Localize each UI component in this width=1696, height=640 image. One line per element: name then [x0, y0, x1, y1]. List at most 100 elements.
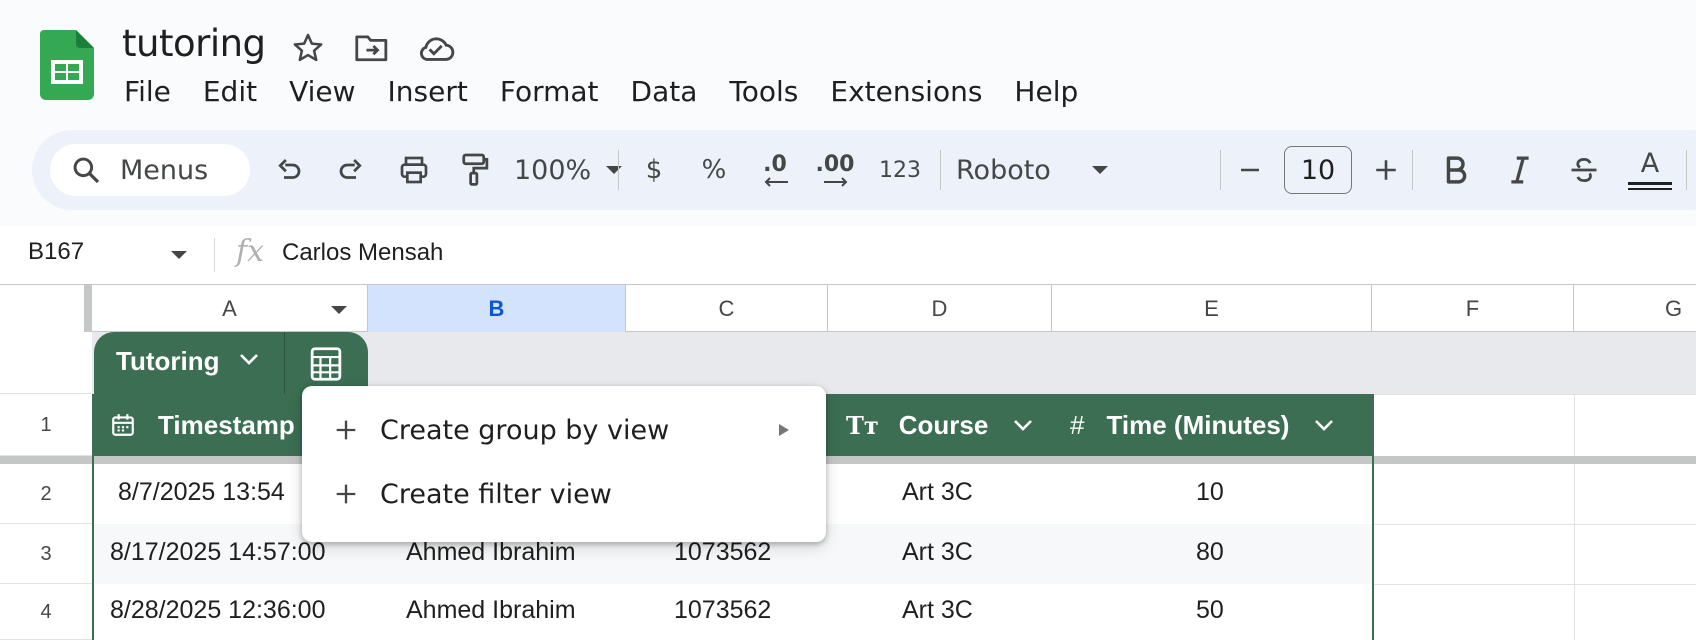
plus-icon	[336, 484, 356, 504]
chevron-down-icon[interactable]	[330, 305, 348, 315]
paint-format-icon	[462, 153, 489, 186]
sheets-logo-icon[interactable]	[40, 30, 94, 100]
strikethrough-icon	[1571, 157, 1597, 183]
print-button[interactable]	[388, 142, 440, 198]
menu-bar: File Edit View Insert Format Data Tools …	[108, 72, 1094, 112]
increase-font-size-button[interactable]	[1364, 142, 1408, 198]
menu-help[interactable]: Help	[998, 72, 1094, 112]
create-group-by-view-item[interactable]: Create group by view	[302, 400, 826, 460]
undo-icon	[278, 159, 301, 179]
currency-format-button[interactable]: $	[632, 142, 676, 198]
plus-icon	[336, 420, 356, 440]
column-header-d[interactable]: D	[828, 285, 1052, 332]
menu-extensions[interactable]: Extensions	[814, 72, 998, 112]
chip-divider	[284, 332, 285, 394]
increase-decimal-label: .00	[815, 151, 855, 177]
document-title[interactable]: tutoring	[122, 22, 266, 65]
create-filter-view-item[interactable]: Create filter view	[302, 464, 826, 524]
chevron-down-icon[interactable]	[238, 352, 260, 366]
fx-icon: fx	[236, 234, 265, 269]
arrow-left-icon	[764, 177, 788, 187]
column-header-row: A B C D E F G	[0, 284, 1696, 332]
more-formats-button[interactable]: 123	[870, 142, 930, 198]
menu-item-label: Create filter view	[380, 478, 612, 510]
more-formats-label: 123	[879, 157, 921, 183]
table-views-icon[interactable]	[308, 346, 344, 382]
title-bar: tutoring File Edit View Insert Format Da…	[0, 0, 1696, 226]
menu-search-label: Menus	[120, 154, 209, 186]
chevron-down-icon[interactable]	[170, 250, 188, 260]
column-header-c[interactable]: C	[626, 285, 828, 332]
text-color-swatch	[1628, 182, 1672, 185]
strikethrough-button[interactable]	[1558, 142, 1610, 198]
menu-data[interactable]: Data	[615, 72, 714, 112]
undo-button[interactable]	[264, 142, 314, 198]
row-header-4[interactable]: 4	[0, 584, 92, 640]
column-header-e[interactable]: E	[1052, 285, 1372, 332]
text-color-button[interactable]: A	[1622, 142, 1678, 198]
row-header-1[interactable]: 1	[0, 394, 92, 456]
toolbar-divider	[940, 150, 941, 190]
decrease-decimal-label: .0	[763, 151, 787, 177]
column-header-g[interactable]: G	[1574, 285, 1696, 332]
select-all-corner[interactable]	[0, 285, 92, 332]
font-size-input[interactable]: 10	[1284, 146, 1352, 194]
font-select[interactable]: Roboto	[956, 142, 1136, 198]
column-header-b[interactable]: B	[368, 285, 626, 332]
spreadsheet-grid: A B C D E F G Tutoring Timestamp Tт Cour…	[0, 284, 1696, 640]
increase-decimal-button[interactable]: .00	[808, 142, 862, 198]
zoom-select[interactable]: 100%	[514, 142, 644, 198]
menu-search[interactable]: Menus	[50, 144, 250, 196]
toolbar-divider	[1412, 150, 1413, 190]
table-name-chip[interactable]: Tutoring	[94, 332, 368, 394]
formula-bar-divider	[214, 238, 215, 272]
formula-bar: B167 fx Carlos Mensah	[0, 226, 1696, 284]
table-views-menu: Create group by view Create filter view	[302, 386, 826, 542]
redo-icon	[339, 159, 362, 179]
column-header-a[interactable]: A	[92, 285, 368, 332]
gridline	[1372, 524, 1696, 525]
decrease-font-size-button[interactable]	[1228, 142, 1272, 198]
text-color-label: A	[1640, 148, 1660, 179]
text-color-swatch-underline	[1628, 188, 1672, 190]
name-box[interactable]: B167	[28, 238, 84, 266]
percent-symbol: %	[701, 155, 727, 185]
plus-icon	[1376, 160, 1396, 180]
formula-input[interactable]: Carlos Mensah	[282, 239, 443, 267]
move-folder-icon[interactable]	[352, 28, 392, 68]
toolbar: Menus 100% $ % .0 .00 123 Roboto 10 A	[32, 130, 1696, 210]
decrease-decimal-button[interactable]: .0	[750, 142, 800, 198]
menu-tools[interactable]: Tools	[713, 72, 814, 112]
toolbar-divider	[1220, 150, 1221, 190]
star-icon[interactable]	[288, 28, 328, 68]
menu-item-label: Create group by view	[380, 414, 670, 446]
bold-icon	[1446, 156, 1467, 184]
menu-format[interactable]: Format	[484, 72, 615, 112]
gridline	[1372, 584, 1696, 585]
percent-format-button[interactable]: %	[690, 142, 738, 198]
print-icon	[400, 156, 428, 184]
row-header-3[interactable]: 3	[0, 524, 92, 584]
menu-edit[interactable]: Edit	[187, 72, 273, 112]
italic-button[interactable]	[1494, 142, 1546, 198]
search-icon	[73, 157, 100, 184]
column-label: A	[222, 296, 237, 321]
paint-format-button[interactable]	[450, 142, 500, 198]
menu-insert[interactable]: Insert	[372, 72, 484, 112]
row-header-2[interactable]: 2	[0, 464, 92, 524]
toolbar-divider	[618, 150, 619, 190]
italic-icon	[1511, 156, 1529, 184]
bold-button[interactable]	[1430, 142, 1482, 198]
zoom-value: 100%	[514, 154, 592, 186]
toolbar-divider	[1686, 150, 1687, 190]
menu-file[interactable]: File	[108, 72, 187, 112]
menu-view[interactable]: View	[273, 72, 371, 112]
gridline	[1372, 394, 1696, 395]
font-name: Roboto	[956, 154, 1051, 186]
arrow-right-icon	[824, 177, 848, 187]
redo-button[interactable]	[326, 142, 376, 198]
column-header-f[interactable]: F	[1372, 285, 1574, 332]
table-name: Tutoring	[116, 346, 220, 376]
row-header-banner	[0, 332, 92, 394]
cloud-saved-icon[interactable]	[416, 28, 456, 68]
